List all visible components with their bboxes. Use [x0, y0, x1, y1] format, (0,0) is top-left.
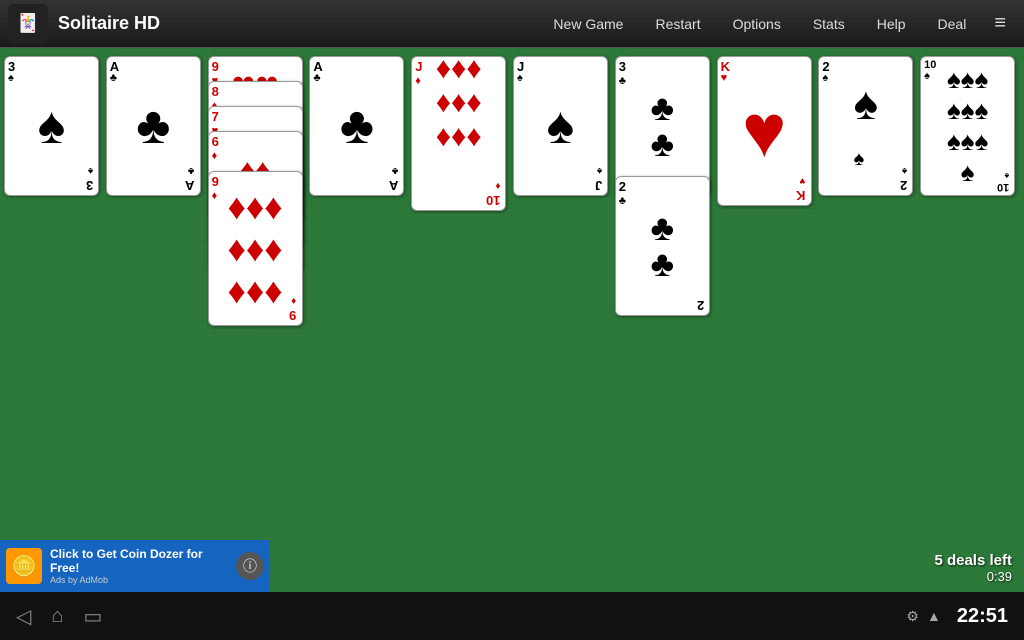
system-bar: ◁ ⌂ ▭ ⚙ ▲ 22:51	[0, 592, 1024, 640]
card-a-clubs-2[interactable]: A ♣ ♣ A♣	[309, 56, 404, 196]
card-3-clubs[interactable]: 3♣ ♣♣	[615, 56, 710, 196]
new-game-button[interactable]: New Game	[539, 10, 637, 38]
restart-button[interactable]: Restart	[641, 10, 714, 38]
card-3-spades[interactable]: 3 ♠ ♠ 3♠	[4, 56, 99, 196]
column-7: 3♣ ♣♣ 2♣ ♣♣ 2	[615, 56, 715, 336]
column-9: 2 ♠ ♠♠ 2♠	[818, 56, 918, 336]
game-area: 3 ♠ ♠ 3♠ A ♣ ♣ A♣	[0, 48, 1024, 592]
stats-button[interactable]: Stats	[799, 10, 859, 38]
help-button[interactable]: Help	[863, 10, 920, 38]
game-timer: 0:39	[934, 569, 1012, 584]
stack-4: A ♣ ♣ A♣	[309, 56, 409, 316]
deals-left: 5 deals left	[934, 552, 1012, 569]
app-title: Solitaire HD	[58, 13, 539, 34]
stack-1: 3 ♠ ♠ 3♠	[4, 56, 104, 316]
ad-banner[interactable]: 🪙 Click to Get Coin Dozer for Free! Ads …	[0, 540, 270, 592]
column-4: A ♣ ♣ A♣	[309, 56, 409, 336]
card-j-diamonds[interactable]: J♦ ♦♦♦♦♦♦♦♦♦ 10♦	[411, 56, 506, 211]
wifi-icon: ⚙	[906, 608, 919, 625]
stack-6: J ♠ ♠ J♠	[513, 56, 613, 316]
signal-icon: ▲	[927, 608, 941, 624]
ad-close-badge[interactable]: ⓘ	[236, 552, 264, 580]
column-3: 9♥ ♥♥♥♥♥ 8♦ ♦♦♦♦♦♦ 7♥ ♥♥♥♥♥ 6♦ ♦♦♦♦♦♦	[208, 56, 308, 336]
recent-button[interactable]: ▭	[83, 604, 102, 629]
top-bar: 🃏 Solitaire HD New Game Restart Options …	[0, 0, 1024, 48]
system-time: 22:51	[957, 605, 1008, 628]
card-columns: 3 ♠ ♠ 3♠ A ♣ ♣ A♣	[0, 48, 1024, 344]
ad-text: Click to Get Coin Dozer for Free! Ads by…	[50, 547, 228, 585]
card-2-spades[interactable]: 2 ♠ ♠♠ 2♠	[818, 56, 913, 196]
column-2: A ♣ ♣ A♣	[106, 56, 206, 336]
stack-3: 9♥ ♥♥♥♥♥ 8♦ ♦♦♦♦♦♦ 7♥ ♥♥♥♥♥ 6♦ ♦♦♦♦♦♦	[208, 56, 308, 316]
stack-2: A ♣ ♣ A♣	[106, 56, 206, 316]
stack-10: 10♠ ♠♠♠♠♠♠♠♠♠♠ 10♠	[920, 56, 1020, 316]
card-k-hearts[interactable]: K ♥ ♥ K♥	[717, 56, 812, 206]
ad-icon: 🪙	[6, 548, 42, 584]
system-icons: ⚙ ▲	[906, 608, 940, 625]
column-10: 10♠ ♠♠♠♠♠♠♠♠♠♠ 10♠	[920, 56, 1020, 336]
column-8: K ♥ ♥ K♥	[717, 56, 817, 336]
card-a-clubs[interactable]: A ♣ ♣ A♣	[106, 56, 201, 196]
stack-8: K ♥ ♥ K♥	[717, 56, 817, 316]
column-1: 3 ♠ ♠ 3♠	[4, 56, 104, 336]
back-button[interactable]: ◁	[16, 604, 31, 629]
options-button[interactable]: Options	[719, 10, 795, 38]
column-5: J♦ ♦♦♦♦♦♦♦♦♦ 10♦	[411, 56, 511, 336]
card-j-spades[interactable]: J ♠ ♠ J♠	[513, 56, 608, 196]
ad-title: Click to Get Coin Dozer for Free!	[50, 547, 228, 575]
card-2-clubs[interactable]: 2♣ ♣♣ 2	[615, 176, 710, 316]
ad-subtitle: Ads by AdMob	[50, 575, 228, 585]
stack-7: 3♣ ♣♣ 2♣ ♣♣ 2	[615, 56, 715, 316]
home-button[interactable]: ⌂	[51, 605, 63, 628]
column-6: J ♠ ♠ J♠	[513, 56, 613, 336]
card-9-diamonds-bottom[interactable]: 9♦ ♦♦♦♦♦♦♦♦♦ 9♦	[208, 171, 303, 326]
stack-5: J♦ ♦♦♦♦♦♦♦♦♦ 10♦	[411, 56, 511, 316]
app-icon: 🃏	[8, 4, 48, 44]
nav-buttons: New Game Restart Options Stats Help Deal…	[539, 6, 1016, 41]
system-right: ⚙ ▲ 22:51	[906, 605, 1008, 628]
deal-button[interactable]: Deal	[924, 10, 981, 38]
stack-9: 2 ♠ ♠♠ 2♠	[818, 56, 918, 316]
bottom-info: 5 deals left 0:39	[934, 552, 1012, 584]
card-10-spades[interactable]: 10♠ ♠♠♠♠♠♠♠♠♠♠ 10♠	[920, 56, 1015, 196]
menu-icon[interactable]: ≡	[984, 6, 1016, 41]
